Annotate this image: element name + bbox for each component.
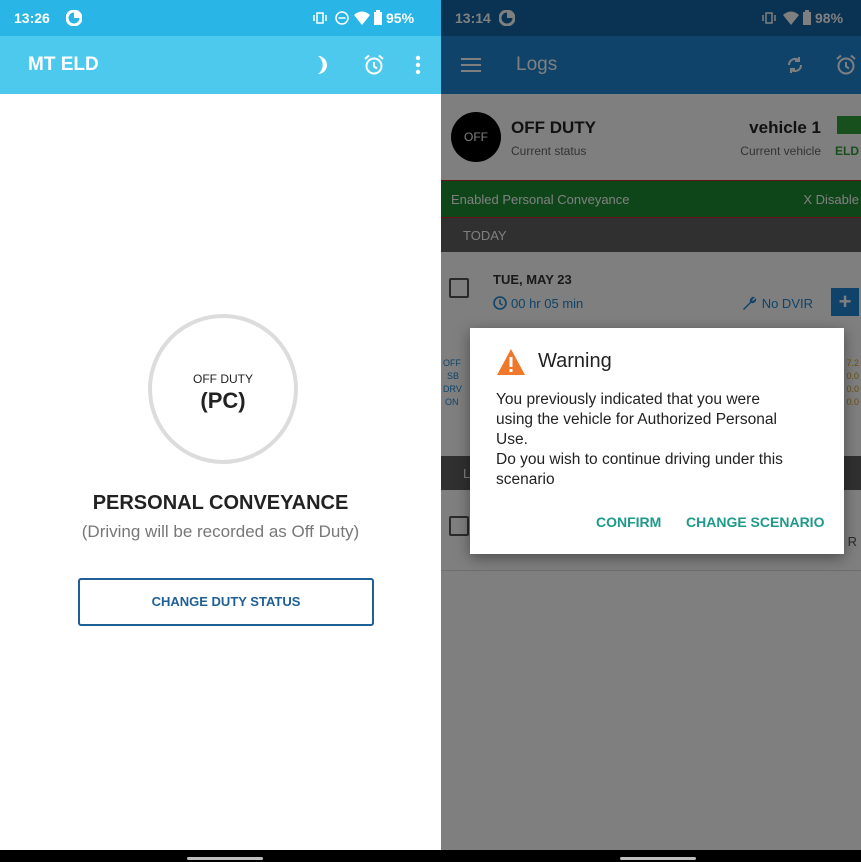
confirm-button[interactable]: CONFIRM: [596, 514, 661, 530]
more-vert-icon[interactable]: [415, 55, 421, 75]
circle-status-label: OFF DUTY: [193, 372, 253, 386]
change-scenario-button[interactable]: CHANGE SCENARIO: [686, 514, 824, 530]
personal-conveyance-title: PERSONAL CONVEYANCE: [92, 492, 349, 514]
battery-icon: [374, 10, 382, 25]
right-screen: 13:14 98% Logs OFF OFF DUTY Current stat…: [441, 0, 861, 850]
wifi-icon: [354, 11, 370, 25]
duty-status-circle: OFF DUTY (PC): [148, 314, 298, 464]
app-title: MT ELD: [28, 54, 99, 75]
app-bar: MT ELD: [0, 36, 441, 94]
dialog-line: Use.: [496, 431, 528, 448]
status-bar: 13:26 95%: [0, 0, 441, 36]
left-screen: 13:26 95% MT ELD OFF DUTY (PC) PERSONAL …: [0, 0, 441, 850]
data-saver-icon: [66, 10, 82, 26]
home-gesture-handle[interactable]: [187, 857, 263, 860]
warning-dialog: Warning You previously indicated that yo…: [470, 328, 844, 554]
dnd-icon: [335, 11, 349, 25]
dialog-line: Do you wish to continue driving under th…: [496, 451, 783, 468]
vibrate-icon: [313, 12, 327, 24]
circle-status-code: (PC): [200, 388, 246, 413]
dialog-line: You previously indicated that you were: [496, 391, 760, 408]
home-gesture-handle[interactable]: [620, 857, 696, 860]
dialog-title: Warning: [538, 350, 612, 372]
change-duty-status-button[interactable]: CHANGE DUTY STATUS: [78, 578, 374, 626]
navigation-bar: [0, 850, 861, 862]
dialog-line: using the vehicle for Authorized Persona…: [496, 411, 777, 428]
dialog-message: You previously indicated that you were u…: [496, 390, 826, 490]
battery-percent: 95%: [386, 10, 415, 26]
alarm-icon[interactable]: [363, 54, 385, 76]
warning-icon: [497, 349, 525, 375]
night-mode-icon[interactable]: [316, 55, 330, 75]
status-time: 13:26: [14, 10, 50, 26]
personal-conveyance-subtitle: (Driving will be recorded as Off Duty): [81, 522, 360, 541]
dialog-line: scenario: [496, 471, 555, 488]
